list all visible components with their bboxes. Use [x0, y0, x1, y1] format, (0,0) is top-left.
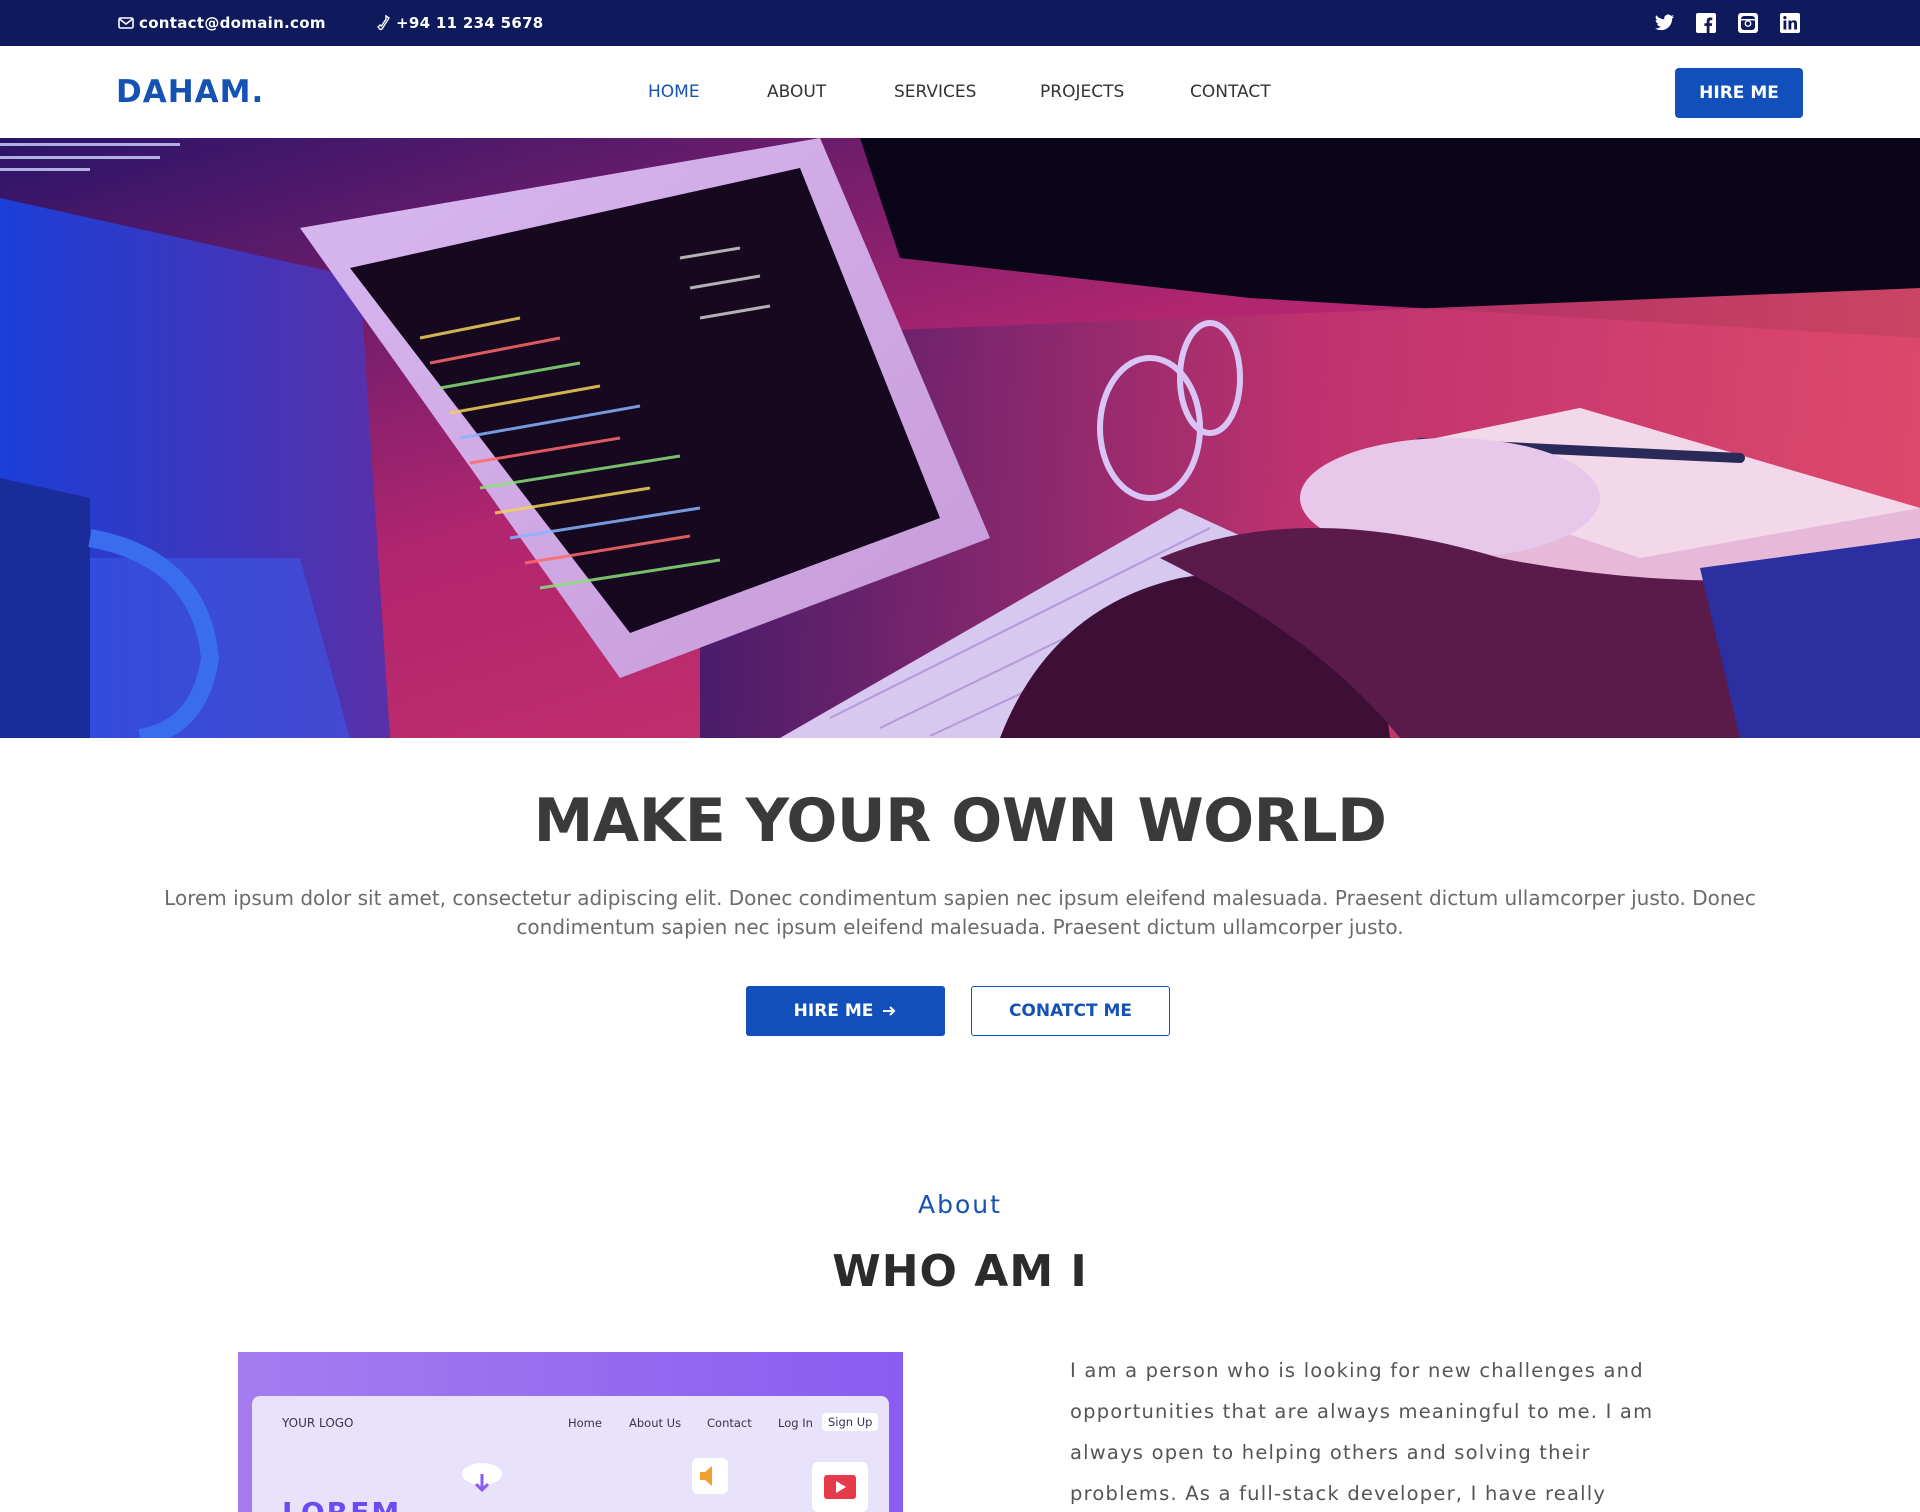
arrow-right-icon [883, 1006, 896, 1016]
phone-link[interactable]: +94 11 234 5678 [374, 0, 544, 46]
illustration-logo: YOUR LOGO [282, 1416, 354, 1430]
phone-text: +94 11 234 5678 [396, 14, 544, 32]
hero-photo [0, 138, 1920, 738]
nav-item-services[interactable]: SERVICES [894, 82, 976, 102]
illustration-link: Sign Up [822, 1413, 879, 1431]
about-title: WHO AM I [832, 1246, 1088, 1297]
site-logo[interactable]: DAHAM. [116, 74, 264, 110]
hero-lead-text: Lorem ipsum dolor sit amet, consectetur … [164, 886, 1756, 939]
about-kicker: About [918, 1190, 1002, 1219]
linkedin-icon[interactable] [1779, 12, 1801, 34]
instagram-icon[interactable] [1737, 12, 1759, 34]
nav-item-projects[interactable]: PROJECTS [1040, 82, 1124, 102]
email-link[interactable]: contact@domain.com [117, 0, 326, 46]
about-description: I am a person who is looking for new cha… [1070, 1359, 1654, 1505]
illustration-link: Home [568, 1416, 602, 1430]
contact-me-button[interactable]: CONATCT ME [971, 986, 1170, 1036]
twitter-icon[interactable] [1653, 12, 1675, 34]
illustration-heading: LOREM [282, 1496, 401, 1512]
illustration-card: YOUR LOGO Home About Us Contact Log In S… [252, 1396, 889, 1512]
main-nav: DAHAM. HOME ABOUT SERVICES PROJECTS CONT… [0, 46, 1920, 138]
nav-item-home[interactable]: HOME [648, 82, 700, 102]
mail-icon [118, 17, 134, 29]
hero-headline: MAKE YOUR OWN WORLD [533, 786, 1387, 856]
cloud-download-icon [462, 1463, 502, 1493]
about-illustration: YOUR LOGO Home About Us Contact Log In S… [238, 1352, 903, 1512]
top-bar: contact@domain.com +94 11 234 5678 [0, 0, 1920, 46]
hero-image [0, 138, 1920, 738]
illustration-link: Log In [778, 1416, 813, 1430]
hire-me-button[interactable]: HIRE ME [746, 986, 945, 1036]
facebook-icon[interactable] [1695, 12, 1717, 34]
nav-item-about[interactable]: ABOUT [767, 82, 826, 102]
illustration-link: About Us [629, 1416, 682, 1430]
email-text: contact@domain.com [139, 14, 326, 32]
speaker-icon [692, 1458, 728, 1494]
play-icon [812, 1462, 868, 1512]
illustration-link: Contact [707, 1416, 752, 1430]
hire-me-label: HIRE ME [793, 1001, 874, 1021]
nav-item-contact[interactable]: CONTACT [1190, 82, 1271, 102]
phone-icon [377, 14, 390, 31]
hire-me-nav-button[interactable]: HIRE ME [1675, 68, 1803, 118]
social-links [1653, 12, 1801, 34]
